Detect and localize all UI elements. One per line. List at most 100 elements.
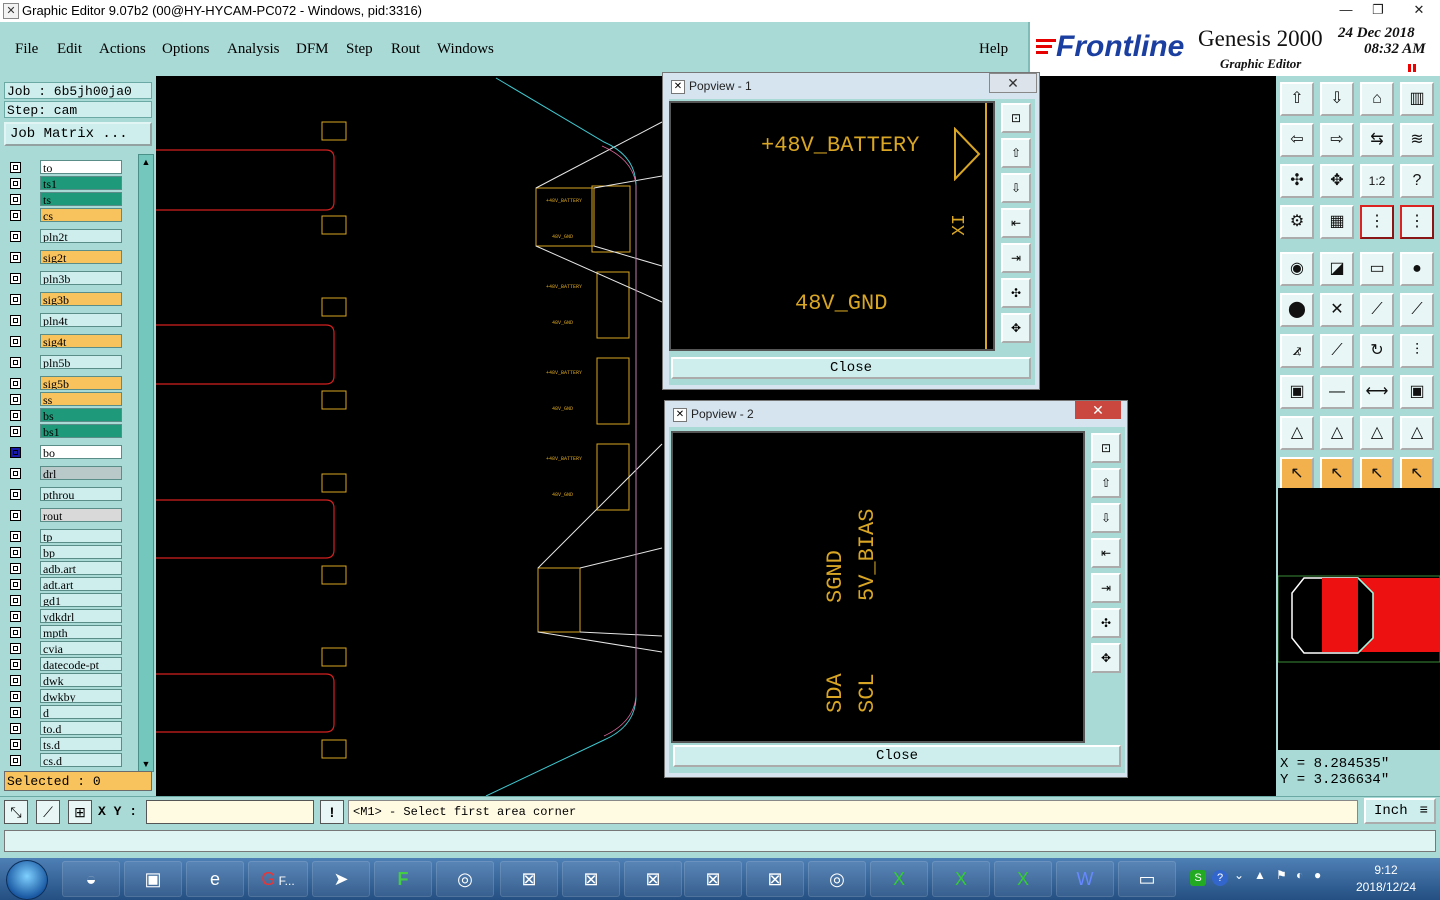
layer-name[interactable]: ts.d bbox=[40, 737, 122, 751]
layer-checkbox[interactable] bbox=[10, 231, 21, 242]
layer-checkbox[interactable] bbox=[10, 723, 21, 734]
layer-checkbox[interactable] bbox=[10, 194, 21, 205]
layer-row[interactable]: cs bbox=[6, 208, 124, 223]
layer-row[interactable]: dwkby bbox=[6, 689, 124, 704]
menu-options[interactable]: Options bbox=[162, 41, 210, 58]
layer-checkbox[interactable] bbox=[10, 162, 21, 173]
shapes-icon[interactable]: ▣ bbox=[1400, 375, 1434, 409]
tray-expand-icon[interactable]: ▲ bbox=[1254, 868, 1266, 882]
layer-scrollbar[interactable]: ▲ ▼ bbox=[138, 154, 154, 772]
start-button[interactable] bbox=[6, 860, 48, 900]
tray-ie-icon[interactable]: ● bbox=[1314, 868, 1321, 882]
taskbar-app-browser-icon[interactable]: e bbox=[186, 861, 244, 897]
taskbar-app-fish-icon[interactable]: ◎ bbox=[808, 861, 866, 897]
taskbar-app-word-icon[interactable]: W bbox=[1056, 861, 1114, 897]
layer-checkbox[interactable] bbox=[10, 410, 21, 421]
layer-name[interactable]: mpth bbox=[40, 625, 122, 639]
layer-name[interactable]: cs.d bbox=[40, 753, 122, 767]
layer-checkbox[interactable] bbox=[10, 739, 21, 750]
unit-selector[interactable]: Inch ≡ bbox=[1364, 798, 1436, 824]
layer-row[interactable]: ts bbox=[6, 192, 124, 207]
scale-icon[interactable]: 1:2 bbox=[1360, 164, 1394, 198]
layer-row[interactable]: adt.art bbox=[6, 577, 124, 592]
fit-icon[interactable]: ✣ bbox=[1280, 164, 1314, 198]
cross-icon[interactable]: ✕ bbox=[1320, 293, 1354, 327]
layer-name[interactable]: bp bbox=[40, 545, 122, 559]
pad-icon[interactable]: ◉ bbox=[1280, 252, 1314, 286]
zoom-area-icon[interactable]: ⤡ bbox=[4, 800, 28, 824]
measure-icon[interactable]: ⟋ bbox=[36, 800, 60, 824]
tray-flag-icon[interactable]: ⚑ bbox=[1276, 868, 1287, 882]
pan-right-icon[interactable]: ⇨ bbox=[1320, 123, 1354, 157]
layer-name[interactable]: pln4t bbox=[40, 313, 122, 327]
layer-name[interactable]: gd1 bbox=[40, 593, 122, 607]
layer-row[interactable]: datecode-pt bbox=[6, 657, 124, 672]
layer-checkbox[interactable] bbox=[10, 357, 21, 368]
layer-checkbox[interactable] bbox=[10, 426, 21, 437]
layer-checkbox[interactable] bbox=[10, 547, 21, 558]
tray-network-icon[interactable]: ⌄ bbox=[1234, 868, 1244, 882]
layer-checkbox[interactable] bbox=[10, 315, 21, 326]
layer-checkbox[interactable] bbox=[10, 178, 21, 189]
taskbar-app-editor-icon[interactable]: ⊠ bbox=[500, 861, 558, 897]
layer-name[interactable]: pln3b bbox=[40, 271, 122, 285]
layer-row[interactable]: adb.art bbox=[6, 561, 124, 576]
layer-name[interactable]: adb.art bbox=[40, 561, 122, 575]
connect-icon[interactable]: ⟋ bbox=[1400, 293, 1434, 327]
layer-checkbox[interactable] bbox=[10, 468, 21, 479]
connect-icon[interactable]: ⟋ bbox=[1360, 293, 1394, 327]
layer-checkbox[interactable] bbox=[10, 447, 21, 458]
menu-rout[interactable]: Rout bbox=[391, 41, 420, 58]
pan-up-icon[interactable]: ⇧ bbox=[1001, 138, 1031, 168]
taskbar-app-editor-icon[interactable]: ⊠ bbox=[624, 861, 682, 897]
layer-row[interactable]: pln3b bbox=[6, 271, 124, 286]
layers-red-icon[interactable]: ⋮ bbox=[1360, 205, 1394, 239]
popview-2-close-button[interactable]: Close bbox=[673, 745, 1121, 767]
pointer-icon[interactable]: ↖ bbox=[1320, 457, 1354, 491]
fit-icon[interactable]: ✣ bbox=[1091, 608, 1121, 638]
layer-row[interactable]: sig5b bbox=[6, 376, 124, 391]
minimize-button[interactable]: — bbox=[1330, 0, 1362, 20]
taskbar-app-editor-icon[interactable]: ⊠ bbox=[684, 861, 742, 897]
popview-2-canvas[interactable]: SGND 5V_BIAS SDA SCL bbox=[671, 431, 1085, 743]
popview-1-close-button[interactable]: Close bbox=[671, 357, 1031, 379]
layer-row[interactable]: rout bbox=[6, 508, 124, 523]
layer-checkbox[interactable] bbox=[10, 210, 21, 221]
layer-checkbox[interactable] bbox=[10, 627, 21, 638]
layer-row[interactable]: to.d bbox=[6, 721, 124, 736]
grid-snap-icon[interactable]: ⊞ bbox=[68, 800, 92, 824]
layer-name[interactable]: dwk bbox=[40, 673, 122, 687]
popview-1-canvas[interactable]: +48V_BATTERY XI 48V_GND bbox=[669, 101, 995, 351]
taskbar-app-excel-icon[interactable]: X bbox=[994, 861, 1052, 897]
layer-name[interactable]: dwkby bbox=[40, 689, 122, 703]
layer-name[interactable]: ts1 bbox=[40, 176, 122, 190]
layer-name[interactable]: d bbox=[40, 705, 122, 719]
layer-checkbox[interactable] bbox=[10, 659, 21, 670]
layer-checkbox[interactable] bbox=[10, 563, 21, 574]
window-icon[interactable]: ▥ bbox=[1400, 82, 1434, 116]
menu-dfm[interactable]: DFM bbox=[296, 41, 329, 58]
taskbar-app-excel-icon[interactable]: X bbox=[870, 861, 928, 897]
layer-row[interactable]: ts.d bbox=[6, 737, 124, 752]
layer-row[interactable]: drl bbox=[6, 466, 124, 481]
layer-name[interactable]: adt.art bbox=[40, 577, 122, 591]
layer-checkbox[interactable] bbox=[10, 394, 21, 405]
popview-2-close-x[interactable]: ✕ bbox=[1075, 401, 1121, 419]
taskbar-app-editor-icon[interactable]: ⊠ bbox=[562, 861, 620, 897]
taskbar-app-active[interactable]: G F... bbox=[248, 861, 308, 897]
layer-row[interactable]: gd1 bbox=[6, 593, 124, 608]
layer-checkbox[interactable] bbox=[10, 294, 21, 305]
pan-up-icon[interactable]: ⇧ bbox=[1091, 468, 1121, 498]
menu-analysis[interactable]: Analysis bbox=[227, 41, 280, 58]
layer-row[interactable]: sig4t bbox=[6, 334, 124, 349]
swap-icon[interactable]: ⇆ bbox=[1360, 123, 1394, 157]
layer-name[interactable]: sig2t bbox=[40, 250, 122, 264]
layer-row[interactable]: bs1 bbox=[6, 424, 124, 439]
layer-checkbox[interactable] bbox=[10, 579, 21, 590]
arrows-icon[interactable]: ⟷ bbox=[1360, 375, 1394, 409]
close-window-button[interactable]: ✕ bbox=[1398, 0, 1440, 20]
layer-name[interactable]: pln5b bbox=[40, 355, 122, 369]
pan-left-icon[interactable]: ⇤ bbox=[1091, 538, 1121, 568]
layer-name[interactable]: drl bbox=[40, 466, 122, 480]
pads-icon[interactable]: ▣ bbox=[1280, 375, 1314, 409]
